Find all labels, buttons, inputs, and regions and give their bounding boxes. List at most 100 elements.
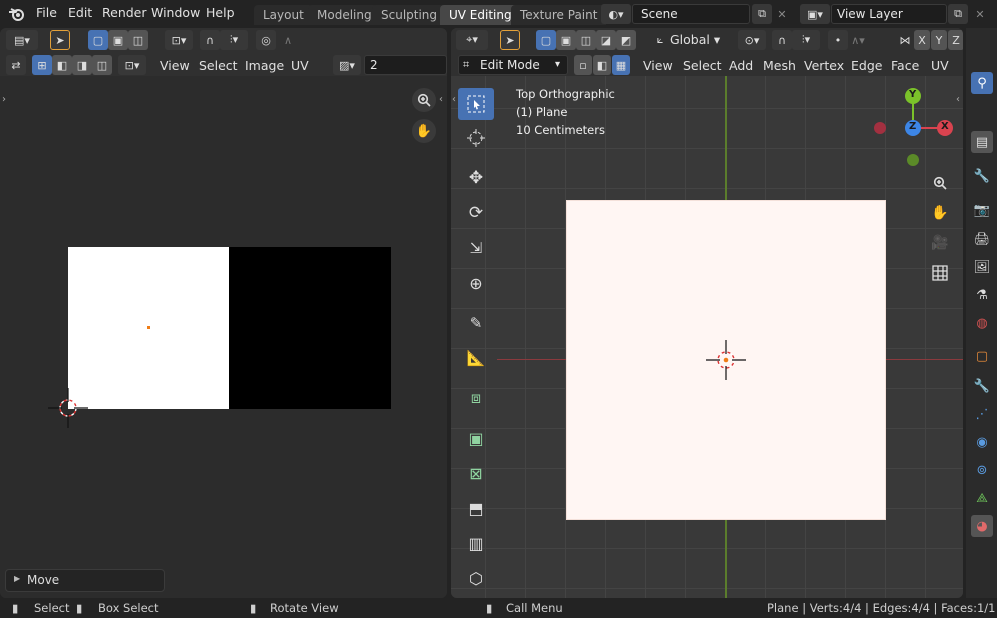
uv-menu-image[interactable]: Image: [239, 56, 290, 76]
mode-dropdown[interactable]: ⌗ Edit Mode ▾: [458, 55, 568, 75]
orientation-axes-icon[interactable]: ⟀: [650, 30, 670, 50]
viewport-zoom-icon[interactable]: [928, 171, 952, 195]
scene-selector-icon[interactable]: ◐▾: [601, 4, 631, 24]
tool-settings-icon[interactable]: ▤: [971, 131, 993, 153]
viewport-select-subtract-icon[interactable]: ◫: [576, 30, 596, 50]
uv-vertex-mode-icon[interactable]: ⊞: [32, 55, 52, 75]
viewport-select-extend-icon[interactable]: ▣: [556, 30, 576, 50]
mirror-y-button[interactable]: Y: [931, 30, 947, 50]
tab-uv-editing[interactable]: UV Editing: [440, 5, 521, 25]
annotate-tool-icon[interactable]: ✎: [458, 307, 494, 339]
material-props-icon[interactable]: ◕: [971, 515, 993, 537]
view-layer-selector-icon[interactable]: ▣▾: [800, 4, 830, 24]
header-collapse-arrow-icon[interactable]: ›: [2, 94, 6, 105]
viewport-select-invert-icon[interactable]: ◪: [596, 30, 616, 50]
select-box-tool-icon[interactable]: [458, 88, 494, 120]
viewport-menu-view[interactable]: View: [637, 56, 679, 76]
select-mode-extend-icon[interactable]: ▣: [108, 30, 128, 50]
orientation-dropdown[interactable]: Global ▾: [670, 30, 730, 50]
view-layer-field[interactable]: View Layer: [831, 4, 947, 24]
menu-window[interactable]: Window: [145, 3, 206, 25]
image-browse-icon[interactable]: ▨▾: [333, 55, 361, 75]
inset-tool-icon[interactable]: ⊠: [458, 457, 494, 489]
scene-copy-icon[interactable]: ⧉: [752, 4, 772, 24]
world-props-icon[interactable]: ◍: [971, 312, 993, 334]
measure-tool-icon[interactable]: 📐: [458, 342, 494, 374]
3d-cursor-icon[interactable]: [706, 340, 746, 380]
mirror-icon[interactable]: ⋈: [895, 30, 915, 50]
view-layer-props-icon[interactable]: 🖼: [971, 256, 993, 278]
ortho-grid-icon[interactable]: [928, 261, 952, 285]
viewport-falloff-icon[interactable]: ∧▾: [848, 30, 868, 50]
uv-menu-view[interactable]: View: [154, 56, 196, 76]
object-props-icon[interactable]: ▢: [971, 345, 993, 367]
bevel-tool-icon[interactable]: ⬒: [458, 492, 494, 524]
move-tool-icon[interactable]: ✥: [458, 162, 494, 194]
output-props-icon[interactable]: 🖨: [971, 228, 993, 250]
tool-select-icon[interactable]: ➤: [50, 30, 70, 50]
physics-props-icon[interactable]: ◉: [971, 431, 993, 453]
viewport-pan-hand-icon[interactable]: ✋: [928, 201, 952, 225]
vertex-select-mode-icon[interactable]: ▫: [574, 55, 592, 75]
particles-props-icon[interactable]: ⋰: [971, 403, 993, 425]
data-props-icon[interactable]: ⟁: [971, 487, 993, 509]
cursor-tool-icon[interactable]: [458, 122, 494, 154]
menu-edit[interactable]: Edit: [62, 3, 98, 25]
rotate-tool-icon[interactable]: ⟳: [458, 197, 494, 229]
edge-select-mode-icon[interactable]: ◧: [593, 55, 611, 75]
outliner-filter-icon[interactable]: ⚲: [971, 72, 993, 94]
tab-sculpting[interactable]: Sculpting: [372, 5, 447, 25]
menu-file[interactable]: File: [30, 3, 63, 25]
constraints-props-icon[interactable]: ⊚: [971, 459, 993, 481]
scene-name-field[interactable]: Scene: [632, 4, 750, 24]
select-mode-new-icon[interactable]: ▢: [88, 30, 108, 50]
sync-selection-icon[interactable]: ⇄: [6, 55, 26, 75]
2d-cursor-icon[interactable]: [48, 388, 88, 428]
extrude-tool-icon[interactable]: ▣: [458, 422, 494, 454]
viewport-menu-add[interactable]: Add: [723, 56, 759, 76]
pivot-icon[interactable]: ⊡▾: [165, 30, 193, 50]
viewport-menu-face[interactable]: Face: [885, 56, 925, 76]
transform-tool-icon[interactable]: ⊕: [458, 267, 494, 299]
knife-tool-icon[interactable]: ⬡: [458, 562, 494, 594]
last-operator-panel[interactable]: ▶ Move: [5, 569, 165, 592]
uv-edge-mode-icon[interactable]: ◧: [52, 55, 72, 75]
menu-help[interactable]: Help: [200, 3, 241, 25]
toolbar-collapse-arrow-icon[interactable]: ‹: [439, 94, 443, 105]
scale-tool-icon[interactable]: ⇲: [458, 232, 494, 264]
proportional-edit-icon[interactable]: ◎: [256, 30, 276, 50]
tab-modeling[interactable]: Modeling: [308, 5, 381, 25]
viewport-menu-edge[interactable]: Edge: [845, 56, 888, 76]
scene-props-icon[interactable]: ⚗: [971, 284, 993, 306]
viewport-editor-type-icon[interactable]: ⌖▾: [456, 30, 488, 50]
view-layer-copy-icon[interactable]: ⧉: [948, 4, 968, 24]
scene-close-icon[interactable]: ✕: [772, 4, 792, 24]
uv-island-mode-icon[interactable]: ◫: [92, 55, 112, 75]
falloff-icon[interactable]: ∧: [278, 30, 298, 50]
viewport-snap-icon[interactable]: ∩: [772, 30, 792, 50]
navigation-gizmo[interactable]: Y X Z: [871, 88, 961, 178]
zoom-icon[interactable]: [412, 88, 436, 112]
add-cube-tool-icon[interactable]: ⧈: [458, 382, 494, 414]
blender-logo-icon[interactable]: [8, 6, 26, 22]
loop-cut-tool-icon[interactable]: ▥: [458, 527, 494, 559]
viewport-proportional-icon[interactable]: •: [828, 30, 848, 50]
render-props-icon[interactable]: 📷: [971, 199, 993, 221]
viewport-menu-select[interactable]: Select: [677, 56, 728, 76]
viewport-pivot-icon[interactable]: ⊙▾: [738, 30, 766, 50]
mirror-x-button[interactable]: X: [914, 30, 930, 50]
viewport-select-tool-icon[interactable]: ➤: [500, 30, 520, 50]
face-select-mode-icon[interactable]: ▦: [612, 55, 630, 75]
camera-view-icon[interactable]: 🎥: [928, 231, 952, 255]
viewport-menu-uv[interactable]: UV: [925, 56, 955, 76]
viewport-select-intersect-icon[interactable]: ◩: [616, 30, 636, 50]
uv-menu-select[interactable]: Select: [193, 56, 244, 76]
sticky-select-icon[interactable]: ⊡▾: [118, 55, 146, 75]
toolbar-collapse-icon[interactable]: ‹: [452, 94, 456, 105]
modifier-props-icon[interactable]: 🔧: [971, 375, 993, 397]
viewport-menu-mesh[interactable]: Mesh: [757, 56, 802, 76]
tab-texture-paint[interactable]: Texture Paint: [511, 5, 607, 25]
uv-face-mode-icon[interactable]: ◨: [72, 55, 92, 75]
active-tool-icon[interactable]: 🔧: [971, 165, 993, 187]
snap-toggle-icon[interactable]: ∩: [200, 30, 220, 50]
